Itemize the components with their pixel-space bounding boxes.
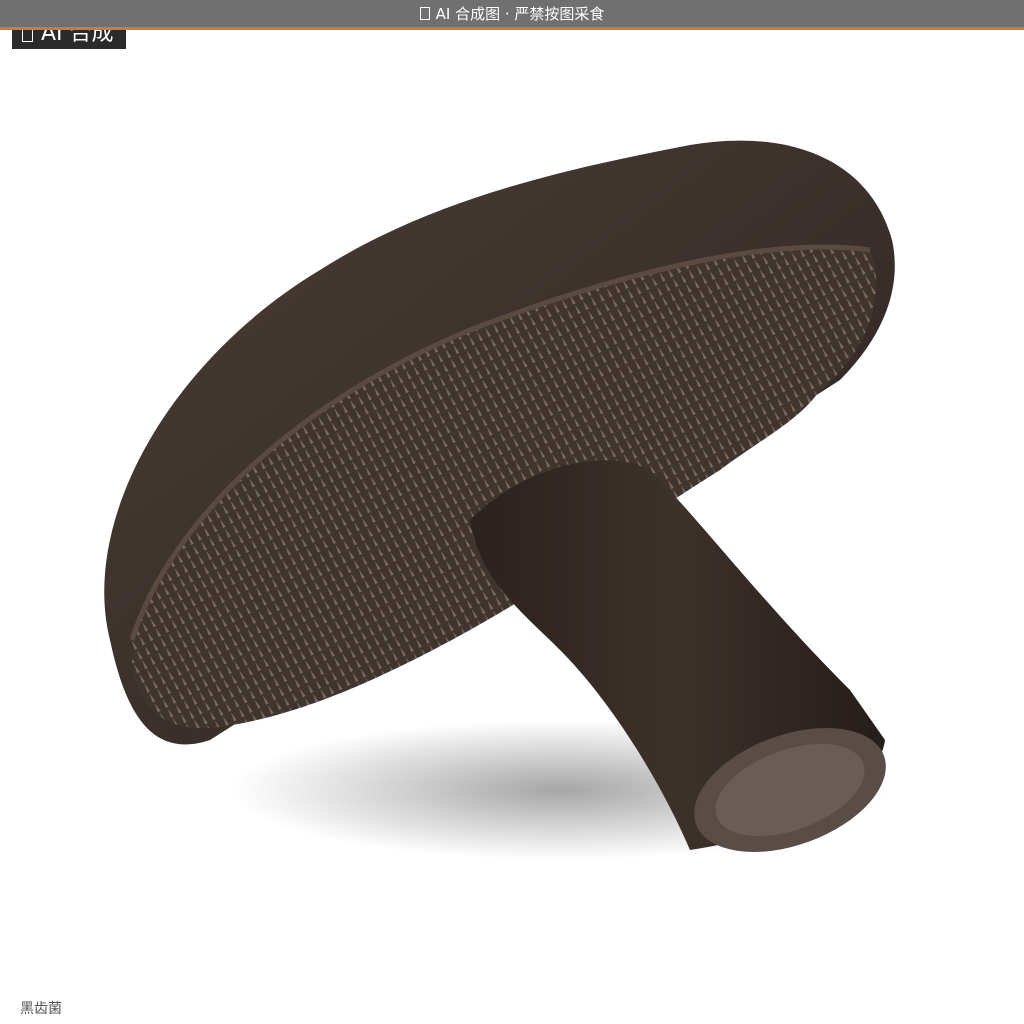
banner-text: AI 合成图 · 严禁按图采食 [435, 5, 605, 23]
species-caption: 黑齿菌 [20, 1001, 62, 1017]
warning-icon [419, 7, 430, 20]
mushroom-photo [104, 140, 895, 860]
warning-banner: AI 合成图 · 严禁按图采食 [0, 0, 1024, 30]
